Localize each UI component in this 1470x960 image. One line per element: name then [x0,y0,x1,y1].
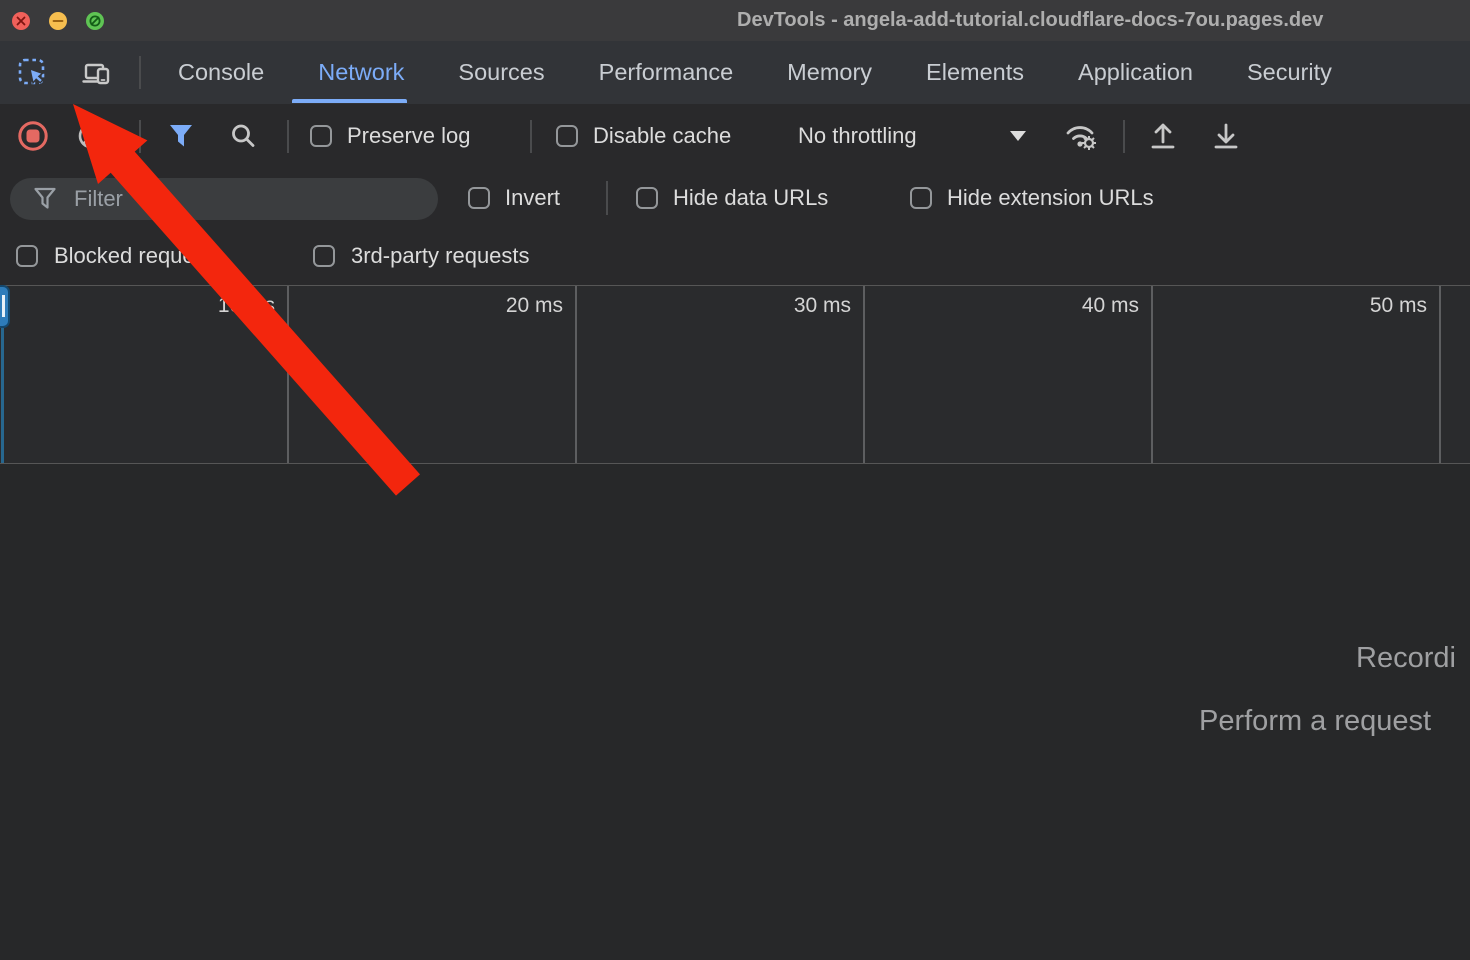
funnel-outline-icon [32,186,58,212]
tab-elements[interactable]: Elements [926,41,1024,103]
third-party-requests-checkbox[interactable] [313,245,335,267]
disable-cache-label: Disable cache [593,123,731,149]
inspect-element-button[interactable] [15,55,51,91]
invert-checkbox[interactable] [468,187,490,209]
device-toolbar-button[interactable] [78,55,114,91]
filter-input[interactable] [72,185,406,213]
tab-security[interactable]: Security [1247,41,1332,103]
timeline-tick-label: 10 ms [185,294,275,318]
stop-recording-button[interactable] [17,104,49,168]
tab-console[interactable]: Console [178,41,264,103]
filter-toggle-button[interactable] [167,104,195,168]
timeline-gridline [287,286,289,463]
filter-row-divider [606,181,608,215]
blocked-requests-control: Blocked requests [16,224,223,288]
toolbar-divider [139,120,141,153]
devtools-window: DevTools - angela-add-tutorial.cloudflar… [0,0,1470,960]
export-har-icon [1209,119,1243,153]
filter-funnel-icon [167,123,195,149]
network-toolbar: Preserve log Disable cache No throttling [0,104,1470,169]
hide-data-urls-control: Hide data URLs [636,166,828,230]
hide-extension-urls-control: Hide extension URLs [910,166,1154,230]
search-icon [228,121,258,151]
timeline-gridline [575,286,577,463]
tab-performance[interactable]: Performance [599,41,734,103]
tab-application[interactable]: Application [1078,41,1193,103]
blocked-requests-checkbox[interactable] [16,245,38,267]
overview-window-left-edge [1,328,4,463]
hide-data-urls-checkbox[interactable] [636,187,658,209]
preserve-log-control: Preserve log [310,104,471,168]
invert-label: Invert [505,185,560,211]
tab-sources[interactable]: Sources [458,41,544,103]
network-filter-row-2: Blocked requests 3rd-party requests [0,228,1470,285]
hide-extension-urls-checkbox[interactable] [910,187,932,209]
timeline-gridline [1151,286,1153,463]
zoom-window-button[interactable] [86,12,104,30]
clear-network-log-button[interactable] [76,104,106,168]
blocked-requests-label: Blocked requests [54,243,223,269]
import-har-button[interactable] [1146,104,1180,168]
empty-state-perform-request-text: Perform a request [1199,705,1431,738]
minimize-icon [49,12,67,30]
timeline-tick-label: 30 ms [761,294,851,318]
third-party-requests-label: 3rd-party requests [351,243,530,269]
overview-window-left-handle[interactable] [0,285,10,328]
throttling-select-caret[interactable] [1008,104,1028,168]
network-overview-timeline[interactable]: 10 ms 20 ms 30 ms 40 ms 50 ms [0,285,1470,464]
device-toolbar-icon [79,56,113,90]
throttling-value: No throttling [798,123,917,149]
close-window-button[interactable] [12,12,30,30]
import-har-icon [1146,119,1180,153]
disable-cache-control: Disable cache [556,104,731,168]
hide-extension-urls-label: Hide extension URLs [947,185,1154,211]
network-conditions-wifi-gear-icon [1060,118,1102,154]
screen-share-slash-icon [86,12,104,30]
disable-cache-checkbox[interactable] [556,125,578,147]
chevron-down-icon [1008,129,1028,143]
timeline-tick-label: 40 ms [1049,294,1139,318]
timeline-gridline [863,286,865,463]
third-party-requests-control: 3rd-party requests [313,224,530,288]
tab-memory[interactable]: Memory [787,41,872,103]
network-conditions-button[interactable] [1060,104,1102,168]
devtools-tabbar: Console Network Sources Performance Memo… [0,41,1470,105]
tab-network[interactable]: Network [318,41,404,103]
preserve-log-checkbox[interactable] [310,125,332,147]
close-icon [12,12,30,30]
inspect-cursor-icon [17,57,49,89]
timeline-tick-label: 50 ms [1337,294,1427,318]
window-title: DevTools - angela-add-tutorial.cloudflar… [737,9,1323,32]
minimize-window-button[interactable] [49,12,67,30]
panel-tabs: Console Network Sources Performance Memo… [178,41,1332,103]
timeline-gridline [1439,286,1441,463]
filter-input-container [10,178,438,220]
empty-state-recording-text: Recordi [1356,642,1456,675]
hide-data-urls-label: Hide data URLs [673,185,828,211]
preserve-log-label: Preserve log [347,123,471,149]
tabbar-divider [139,56,141,89]
throttling-select[interactable]: No throttling [798,104,917,168]
search-button[interactable] [228,104,258,168]
toolbar-divider [287,120,289,153]
titlebar: DevTools - angela-add-tutorial.cloudflar… [0,0,1470,41]
toolbar-divider [1123,120,1125,153]
network-requests-empty-area: Recordi Perform a request [0,464,1470,960]
record-stop-icon [17,120,49,152]
clear-icon [76,121,106,151]
timeline-tick-label: 20 ms [473,294,563,318]
export-har-button[interactable] [1209,104,1243,168]
invert-control: Invert [468,166,560,230]
network-filter-row: Invert Hide data URLs Hide extension URL… [0,168,1470,228]
toolbar-divider [530,120,532,153]
